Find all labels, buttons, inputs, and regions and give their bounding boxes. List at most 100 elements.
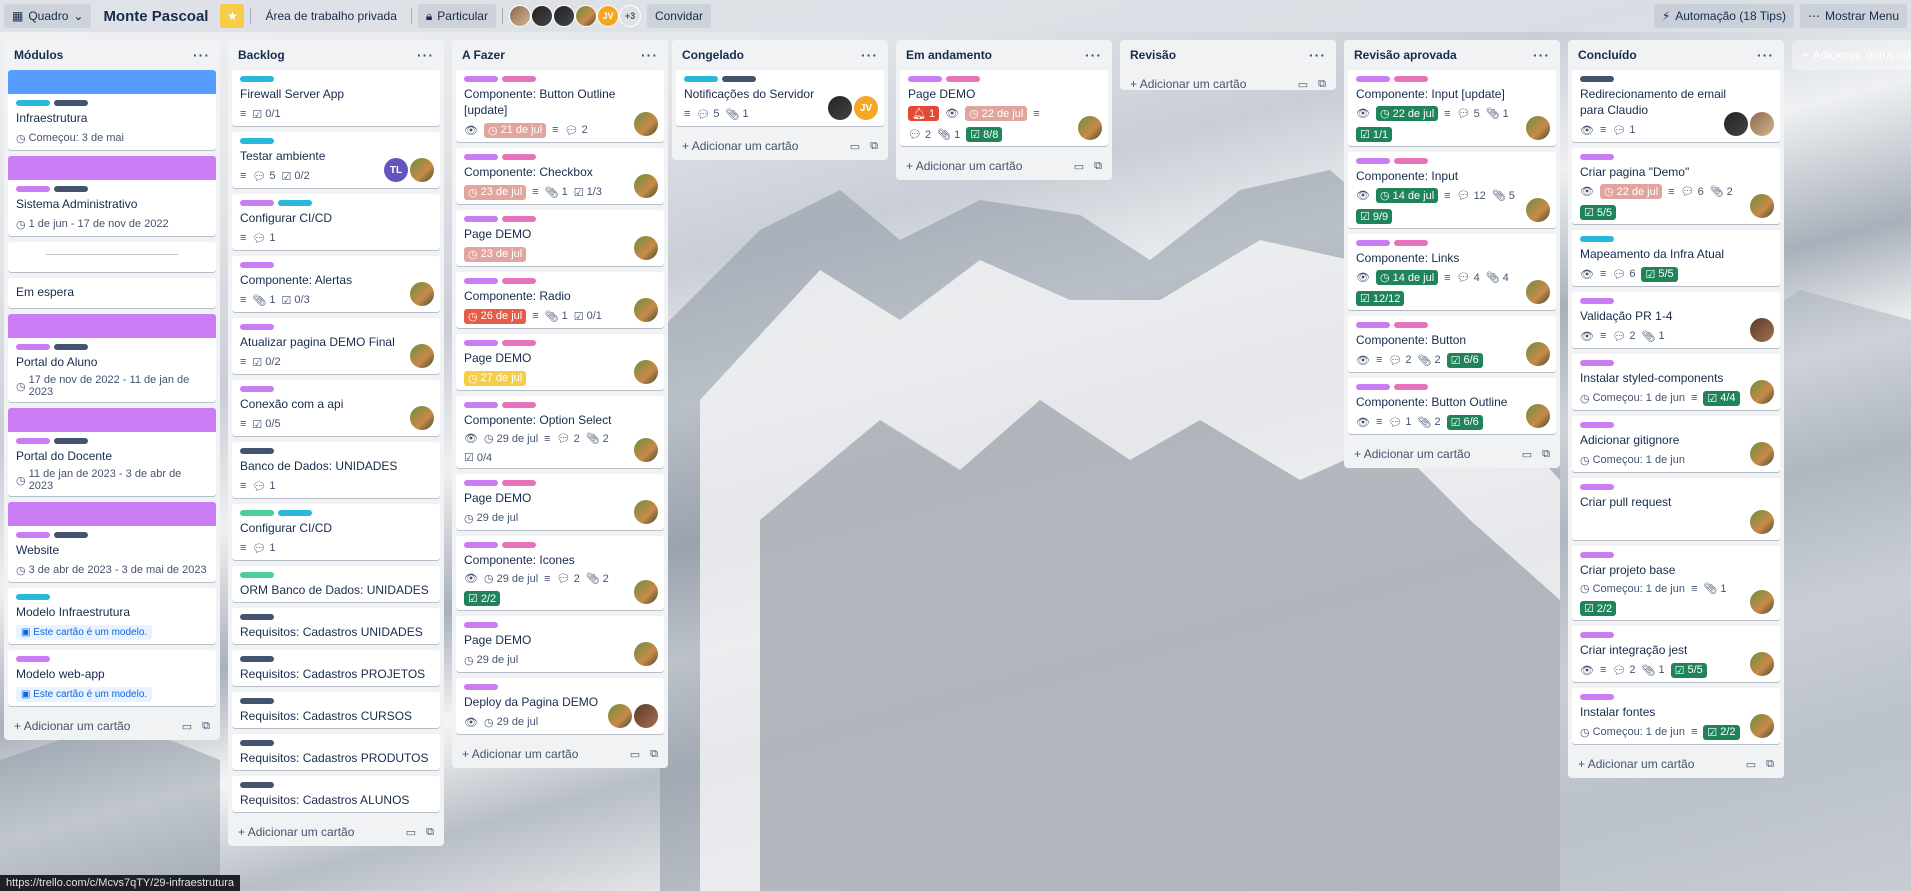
label[interactable] (464, 340, 498, 346)
card[interactable]: Componente: Button Outline 👁︎ ≡ 💬︎ 1 📎︎ 2 ☑ 6/6 (1348, 378, 1556, 434)
label[interactable] (16, 186, 50, 192)
card[interactable]: Page DEMO ◷ 23 de jul (456, 210, 664, 266)
label[interactable] (54, 344, 88, 350)
label[interactable] (1580, 552, 1614, 558)
avatar[interactable] (634, 360, 658, 384)
card[interactable]: Sistema Administrativo ◷ 1 de jun - 17 de … (8, 156, 216, 236)
label[interactable] (464, 480, 498, 486)
card[interactable]: Criar integração jest 👁︎ ≡ 💬︎ 2 📎︎ 1 ☑ 5/5 (1572, 626, 1780, 682)
label[interactable] (240, 200, 274, 206)
label[interactable] (240, 76, 274, 82)
label[interactable] (1580, 422, 1614, 428)
avatar[interactable] (634, 580, 658, 604)
label[interactable] (722, 76, 756, 82)
avatar[interactable] (828, 96, 852, 120)
more-icon[interactable]: ··· (1757, 47, 1774, 63)
label[interactable] (502, 480, 536, 486)
label[interactable] (1580, 298, 1614, 304)
show-menu-button[interactable]: ⋯ Mostrar Menu (1799, 4, 1907, 28)
label[interactable] (240, 698, 274, 704)
list-title[interactable]: Em andamento (906, 48, 992, 62)
label[interactable] (1580, 236, 1614, 242)
more-icon[interactable]: ··· (1533, 47, 1550, 63)
card[interactable]: Modelo web-app ▣ Este cartão é um modelo. (8, 650, 216, 706)
automation-button[interactable]: ⚡︎ Automação (18 Tips) (1653, 4, 1794, 28)
card[interactable]: Adicionar gitignore ◷ Começou: 1 de jun (1572, 416, 1780, 472)
label[interactable] (502, 278, 536, 284)
avatar[interactable] (1750, 318, 1774, 342)
label[interactable] (502, 542, 536, 548)
add-card-button[interactable]: + Adicionar um cartão ▭ ⧉ (1344, 440, 1560, 468)
avatar[interactable] (1750, 112, 1774, 136)
label[interactable] (502, 76, 536, 82)
label[interactable] (16, 532, 50, 538)
label[interactable] (684, 76, 718, 82)
avatar[interactable] (1750, 380, 1774, 404)
avatar[interactable] (1526, 116, 1550, 140)
card[interactable]: Componente: Icones 👁︎ ◷ 29 de jul ≡ 💬︎ 2 📎︎ 2 ☑ 2/… (456, 536, 664, 610)
card[interactable]: Componente: Links 👁︎ ◷ 14 de jul ≡ 💬︎ 4 📎︎ 4 ☑ 12/… (1348, 234, 1556, 310)
card[interactable]: Configurar CI/CD ≡ 💬︎ 1 (232, 194, 440, 250)
avatar[interactable] (634, 112, 658, 136)
label[interactable] (1580, 76, 1614, 82)
avatar[interactable] (634, 236, 658, 260)
label[interactable] (502, 402, 536, 408)
card[interactable]: ORM Banco de Dados: UNIDADES (232, 566, 440, 602)
card[interactable]: Requisitos: Cadastros UNIDADES (232, 608, 440, 644)
label[interactable] (240, 656, 274, 662)
avatar[interactable] (410, 158, 434, 182)
label[interactable] (240, 572, 274, 578)
label[interactable] (464, 216, 498, 222)
invite-button[interactable]: Convidar (646, 4, 711, 28)
list-title[interactable]: Módulos (14, 48, 63, 62)
avatar[interactable] (634, 174, 658, 198)
list-header[interactable]: Concluído ··· (1568, 40, 1784, 70)
card[interactable]: Notificações do Servidor ≡ 💬︎ 5 📎︎ 1 JV (676, 70, 884, 126)
label[interactable] (240, 138, 274, 144)
add-card-button[interactable]: + Adicionar um cartão ▭ ⧉ (672, 132, 888, 160)
label[interactable] (240, 324, 274, 330)
avatar[interactable] (634, 642, 658, 666)
create-from-template-icon[interactable]: ⧉ (426, 826, 434, 839)
avatar[interactable] (410, 282, 434, 306)
avatar[interactable] (634, 438, 658, 462)
card[interactable]: Componente: Input [update] 👁︎ ◷ 22 de jul ≡ 💬… (1348, 70, 1556, 146)
list-title[interactable]: Revisão (1130, 48, 1176, 62)
list-header[interactable]: A Fazer ··· (452, 40, 668, 70)
card[interactable]: Mapeamento da Infra Atual 👁︎ ≡ 💬︎ 6 ☑ 5/5 (1572, 230, 1780, 286)
avatar[interactable] (1078, 116, 1102, 140)
label[interactable] (16, 594, 50, 600)
label[interactable] (1356, 158, 1390, 164)
avatar[interactable] (530, 5, 553, 27)
label[interactable] (1580, 694, 1614, 700)
card[interactable]: Componente: Checkbox ◷ 23 de jul ≡ 📎︎ 1 ☑ 1/3 (456, 148, 664, 204)
card[interactable]: Requisitos: Cadastros ALUNOS (232, 776, 440, 812)
list-title[interactable]: Revisão aprovada (1354, 48, 1457, 62)
create-from-template-icon[interactable]: ⧉ (870, 140, 878, 153)
workspace-button[interactable]: Área de trabalho privada (257, 4, 404, 28)
card[interactable]: Criar pull request (1572, 478, 1780, 540)
label[interactable] (464, 684, 498, 690)
label[interactable] (1356, 322, 1390, 328)
card[interactable]: Atualizar pagina DEMO Final ≡ ☑ 0/2 (232, 318, 440, 374)
label[interactable] (464, 154, 498, 160)
create-from-template-icon[interactable]: ⧉ (1318, 78, 1326, 91)
label[interactable] (502, 154, 536, 160)
card[interactable]: Instalar fontes ◷ Começou: 1 de jun ≡ ☑ 2/2 (1572, 688, 1780, 744)
label[interactable] (54, 532, 88, 538)
card[interactable]: Validação PR 1-4 👁︎ ≡ 💬︎ 2 📎︎ 1 (1572, 292, 1780, 348)
label[interactable] (1580, 632, 1614, 638)
more-icon[interactable]: ··· (193, 47, 210, 63)
card[interactable]: Page DEMO 🔔︎ 1 👁︎ ◷ 22 de jul ≡ 💬︎ 2 📎︎ 1 ☑ 8/8 (900, 70, 1108, 146)
template-icon[interactable]: ▭ (1298, 78, 1308, 91)
board-title[interactable]: Monte Pascoal (97, 8, 214, 25)
avatar[interactable] (1526, 280, 1550, 304)
label[interactable] (502, 340, 536, 346)
create-from-template-icon[interactable]: ⧉ (650, 748, 658, 761)
list-header[interactable]: Congelado ··· (672, 40, 888, 70)
label[interactable] (54, 100, 88, 106)
label[interactable] (1394, 240, 1428, 246)
avatar[interactable] (508, 5, 531, 27)
avatar[interactable] (1750, 652, 1774, 676)
card[interactable]: Infraestrutura ◷ Começou: 3 de mai (8, 70, 216, 150)
